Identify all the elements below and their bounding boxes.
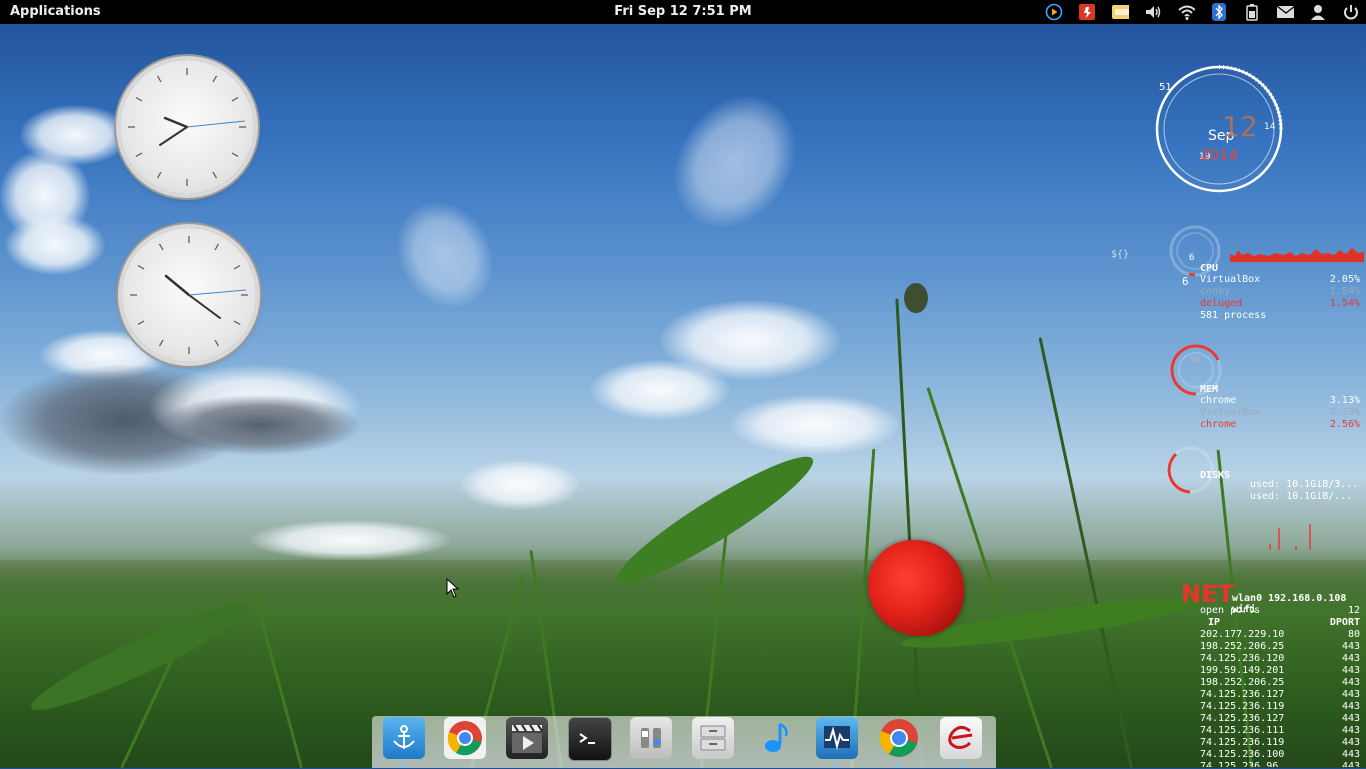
- terminal-icon[interactable]: [568, 717, 612, 761]
- disk-used-1: used: 10.1GiB/3...: [1250, 479, 1359, 490]
- mem-section: MEM chrome 3.13% VirtualBox 2.73% chrome 2.…: [1200, 384, 1360, 431]
- chrome-icon[interactable]: [444, 717, 486, 759]
- music-icon[interactable]: [754, 717, 796, 759]
- net-section: open ports 12 IP DPORT 202.177.229.10 80 19…: [1200, 605, 1360, 767]
- mem-process-row: chrome 3.13%: [1200, 395, 1360, 406]
- open-ports-row: open ports 12: [1200, 605, 1360, 616]
- connection-row: 74.125.236.127 443: [1200, 713, 1360, 724]
- battery-icon[interactable]: [1243, 3, 1261, 21]
- wifi-icon[interactable]: [1177, 3, 1195, 21]
- chrome-icon[interactable]: [878, 717, 920, 759]
- analog-clock-1: [120, 60, 254, 194]
- conky-brace-text: ${}: [1111, 249, 1130, 260]
- cpu-label: CPU: [1200, 263, 1219, 274]
- video-icon[interactable]: [506, 717, 548, 759]
- settings-icon[interactable]: [630, 717, 672, 759]
- net-table-header: IP DPORT: [1208, 617, 1360, 628]
- connection-row: 74.125.236.119 443: [1200, 701, 1360, 712]
- running-indicator: [959, 764, 963, 767]
- disk-used-2: used: 10.1GiB/...: [1250, 491, 1353, 502]
- connection-row: 202.177.229.10 80: [1200, 629, 1360, 640]
- disk-activity-graph: [1269, 524, 1311, 550]
- disks-label: DISKS: [1200, 470, 1231, 481]
- cpu-graph: [1230, 248, 1364, 262]
- cpu-process-row: VirtualBox 2.05%: [1200, 274, 1360, 285]
- cpu-gauge-value: 6: [1189, 253, 1195, 263]
- net-label: NET: [1181, 580, 1234, 608]
- mouse-cursor-icon: [446, 578, 460, 598]
- monitor-icon[interactable]: [816, 717, 858, 759]
- connection-list: 202.177.229.10 80 198.252.206.25 443 74.12…: [1200, 629, 1360, 767]
- connection-row: 74.125.236.96 443: [1200, 761, 1360, 767]
- running-indicator: [835, 764, 839, 767]
- user-icon[interactable]: [1309, 3, 1327, 21]
- mail-icon[interactable]: [1276, 3, 1294, 21]
- connection-row: 74.125.236.111 443: [1200, 725, 1360, 736]
- power-icon[interactable]: [1342, 3, 1360, 21]
- mem-label: MEM: [1200, 384, 1219, 395]
- cpu-process-count: 581 process: [1200, 310, 1267, 321]
- analog-clock-2: [122, 228, 256, 362]
- calendar-year: 2014: [1200, 146, 1239, 164]
- connection-row: 198.252.206.25 443: [1200, 641, 1360, 652]
- clock-face-2: [130, 236, 248, 354]
- notification-icon[interactable]: [1078, 3, 1096, 21]
- bluetooth-icon[interactable]: [1210, 3, 1228, 21]
- cpu-process-row: deluged 1.54%: [1200, 298, 1360, 309]
- sticker-icon[interactable]: [1111, 3, 1129, 21]
- connection-row: 199.59.149.201 443: [1200, 665, 1360, 676]
- connection-row: 74.125.236.120 443: [1200, 653, 1360, 664]
- media-icon[interactable]: [1045, 3, 1063, 21]
- week-tick-51: 51: [1159, 82, 1172, 93]
- volume-icon[interactable]: [1144, 3, 1162, 21]
- connection-row: 74.125.236.100 443: [1200, 749, 1360, 760]
- email-icon[interactable]: [940, 717, 982, 759]
- cpu-process-row: conky 1.54%: [1200, 286, 1360, 297]
- mem-gauge-value: 56: [1190, 355, 1200, 364]
- running-indicator: [897, 764, 901, 767]
- disks-section: DISKS: [1200, 470, 1230, 481]
- anchor-icon[interactable]: [383, 717, 425, 759]
- running-indicator: [402, 764, 406, 767]
- cpu-cores-value: 6: [1182, 275, 1189, 288]
- mem-process-row: VirtualBox 2.73%: [1200, 407, 1360, 418]
- connection-row: 198.252.206.25 443: [1200, 677, 1360, 688]
- cpu-section: CPU VirtualBox 2.05% conky 1.54% deluged 1.…: [1200, 263, 1360, 322]
- clock-face-1: [128, 68, 246, 186]
- mem-process-row: chrome 2.56%: [1200, 419, 1360, 430]
- connection-row: 74.125.236.127 443: [1200, 689, 1360, 700]
- connection-row: 74.125.236.119 443: [1200, 737, 1360, 748]
- top-panel: Applications Fri Sep 12 7:51 PM: [0, 0, 1366, 24]
- files-icon[interactable]: [692, 717, 734, 759]
- week-tick-14: 14: [1264, 122, 1276, 132]
- calendar-widget: 51 14 19 Sep 12 2014: [1154, 64, 1284, 194]
- indicator-area: [1045, 0, 1360, 24]
- calendar-day: 12: [1222, 110, 1258, 143]
